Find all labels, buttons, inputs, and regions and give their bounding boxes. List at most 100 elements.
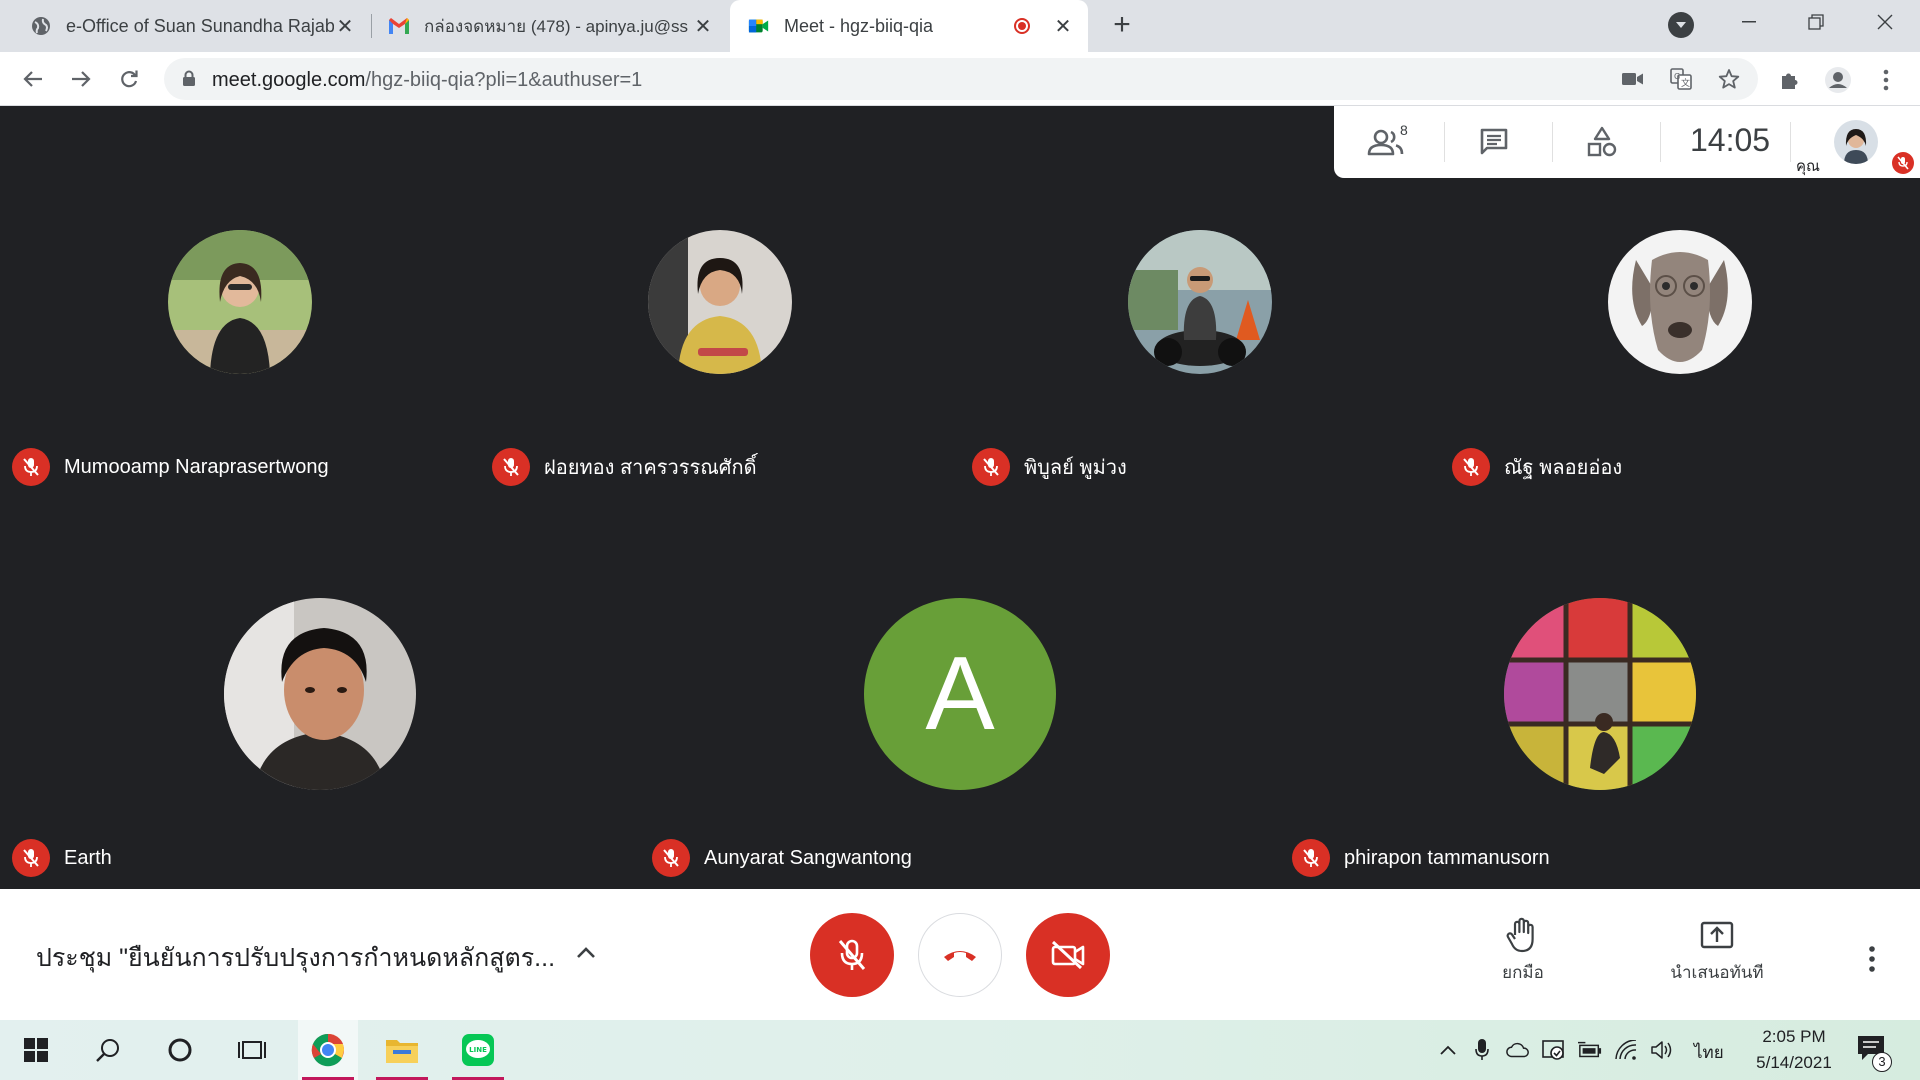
restore-button[interactable] [1785,0,1847,44]
chat-icon [1480,128,1508,155]
svg-text:文: 文 [1681,77,1690,89]
raise-hand-button[interactable]: ยกมือ [1478,917,1568,986]
participant-name-tag: พิบูลย์ พูม่วง [972,447,1127,487]
taskbar-chrome[interactable] [298,1020,358,1080]
participant-name-tag: Earth [12,838,112,878]
present-now-button[interactable]: นำเสนอทันที [1660,917,1774,986]
bookmark-star-icon[interactable] [1716,66,1742,92]
chevron-up-icon[interactable] [1436,1038,1460,1062]
folder-icon [386,1040,418,1063]
taskbar-line[interactable]: LINE [448,1020,508,1080]
chat-button[interactable] [1474,124,1514,160]
participant-name-tag: ฝอยทอง สาครวรรณศักดิ์ [492,447,757,487]
volume-icon[interactable] [1650,1038,1674,1062]
mic-off-icon [12,448,50,486]
more-options-button[interactable] [1860,943,1884,975]
task-view-button[interactable] [222,1020,282,1080]
system-time[interactable]: 2:05 PM [1754,1027,1834,1047]
participant-name: phirapon tammanusorn [1344,846,1550,869]
mic-off-icon [1892,152,1914,174]
url-text: meet.google.com/hgz-biiq-qia?pli=1&authu… [212,69,642,92]
participant-avatar [1128,230,1272,374]
participant-avatar-initial: A [864,598,1056,790]
extensions-icon[interactable] [1776,66,1804,94]
profile-icon[interactable] [1824,66,1852,94]
participant-name-tag: Mumooamp Naraprasertwong [12,447,329,487]
arrow-left-icon [23,71,42,87]
participant-avatar [168,230,312,374]
participant-avatar [224,598,416,790]
globe-icon [30,15,52,37]
mic-toggle-button[interactable] [810,913,894,997]
divider [1790,122,1791,162]
hang-up-icon [944,951,976,961]
self-avatar[interactable] [1834,120,1878,164]
divider [1660,122,1661,162]
cortana-icon [168,1038,192,1062]
meeting-details-toggle[interactable] [572,939,600,967]
participant-name: Aunyarat Sangwantong [704,846,912,869]
divider [1444,122,1445,162]
minimize-button[interactable] [1718,0,1780,44]
reload-button[interactable] [112,62,146,96]
camera-in-use-icon[interactable] [1620,66,1646,92]
microphone-icon[interactable] [1470,1038,1494,1062]
tab-eoffice[interactable]: e-Office of Suan Sunandha Rajab ✕ [2,0,370,52]
browser-menu-icon[interactable] [1872,66,1900,94]
system-date[interactable]: 5/14/2021 [1742,1053,1846,1073]
close-icon[interactable]: ✕ [692,15,714,38]
wifi-icon[interactable] [1614,1038,1638,1062]
chevron-up-icon [577,947,595,958]
participant-avatar [1608,230,1752,374]
participant-name-tag: phirapon tammanusorn [1292,838,1550,878]
security-icon[interactable] [1542,1038,1566,1062]
mic-off-icon [12,839,50,877]
onedrive-icon[interactable] [1506,1038,1530,1062]
tab-title: e-Office of Suan Sunandha Rajab [66,15,334,36]
mic-off-icon [1292,839,1330,877]
activities-button[interactable] [1582,124,1622,160]
tab-title: กล่องจดหมาย (478) - apinya.ju@ss [424,16,688,36]
forward-button[interactable] [64,62,98,96]
mic-off-icon [1452,448,1490,486]
start-button[interactable] [6,1020,66,1080]
svg-text:LINE: LINE [469,1046,487,1054]
search-button[interactable] [78,1020,138,1080]
shapes-icon [1587,126,1617,157]
participant-name: ฝอยทอง สาครวรรณศักดิ์ [544,457,757,479]
arrow-right-icon [72,71,91,87]
input-language[interactable]: ไทย [1694,1039,1724,1066]
meeting-info-bar: 8 [1334,106,1920,178]
url-path: /hgz-biiq-qia?pli=1&authuser=1 [365,69,643,91]
taskbar-file-explorer[interactable] [372,1020,432,1080]
cortana-button[interactable] [150,1020,210,1080]
chevron-down-icon [1676,22,1686,28]
chrome-icon [311,1033,344,1067]
tab-search-button[interactable] [1668,12,1694,38]
task-view-icon [238,1041,266,1059]
mic-off-icon [838,939,866,970]
svg-text:G: G [1674,72,1680,81]
notification-count-badge: 3 [1872,1052,1892,1072]
reload-icon [121,70,138,88]
close-window-button[interactable] [1854,0,1916,44]
close-icon[interactable]: ✕ [334,15,356,38]
recording-indicator-icon [1014,18,1030,34]
back-button[interactable] [16,62,50,96]
participant-count: 8 [1400,122,1408,138]
camera-toggle-button[interactable] [1026,913,1110,997]
close-icon[interactable]: ✕ [1052,15,1074,38]
tab-meet[interactable]: Meet - hgz-biiq-qia ✕ [730,0,1088,52]
translate-icon[interactable]: G文 [1668,66,1694,92]
battery-icon[interactable] [1578,1038,1602,1062]
browser-toolbar: meet.google.com/hgz-biiq-qia?pli=1&authu… [0,52,1920,106]
leave-call-button[interactable] [918,913,1002,997]
meeting-title[interactable]: ประชุม "ยืนยันการปรับปรุงการกำหนดหลักสูต… [36,938,555,978]
lock-icon [182,70,196,92]
gmail-icon [388,15,410,37]
url-host: meet.google.com [212,69,366,91]
new-tab-button[interactable]: + [1106,10,1138,42]
meet-icon [748,15,770,37]
tab-gmail[interactable]: กล่องจดหมาย (478) - apinya.ju@ss ✕ [372,0,728,52]
address-bar[interactable]: meet.google.com/hgz-biiq-qia?pli=1&authu… [164,58,1758,100]
